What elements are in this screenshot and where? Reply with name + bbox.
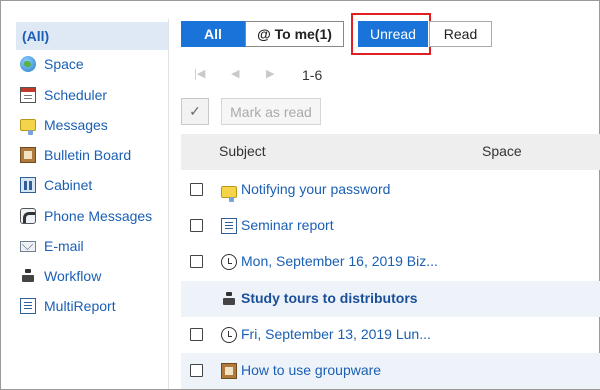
filter-unread-button[interactable]: Unread (358, 21, 428, 47)
row-subject-link[interactable]: Notifying your password (241, 181, 390, 197)
message-icon (221, 186, 237, 202)
page-range: 1-6 (302, 67, 323, 83)
phone-icon (20, 208, 36, 224)
sidebar-item-label: E-mail (44, 238, 84, 254)
sidebar-item-label: MultiReport (44, 298, 116, 314)
sidebar-item-multireport[interactable]: MultiReport (16, 292, 168, 320)
filter-to-me-button[interactable]: @ To me(1) (245, 21, 344, 47)
row-subject-link[interactable]: Study tours to distributors (241, 290, 418, 306)
report-icon (20, 298, 36, 314)
table-row: How to use groupware (181, 353, 600, 389)
previous-page-icon[interactable]: ◀ (231, 68, 243, 80)
row-checkbox[interactable] (190, 255, 203, 268)
sidebar-item-label: Space (44, 56, 84, 72)
first-page-icon[interactable]: |◀ (194, 68, 206, 80)
sidebar-item-label: Scheduler (44, 87, 108, 103)
sidebar-item-all[interactable]: (All) (16, 22, 168, 50)
mark-as-read-button[interactable]: Mark as read (221, 98, 321, 125)
table-row: Fri, September 13, 2019 Lun... (181, 317, 600, 353)
mail-icon (20, 240, 36, 252)
sidebar-item-label: Workflow (44, 268, 102, 284)
message-icon (20, 119, 36, 135)
select-all-button[interactable]: ✓ (181, 98, 209, 125)
table-row: Seminar report (181, 208, 600, 244)
bulletin-board-icon (221, 363, 237, 379)
column-header-space[interactable]: Space (482, 143, 522, 159)
sidebar-item-label: (All) (22, 28, 50, 44)
row-checkbox[interactable] (190, 183, 203, 196)
sidebar-item-label: Messages (44, 117, 108, 133)
sidebar-item-scheduler[interactable]: Scheduler (16, 81, 168, 109)
sidebar-item-label: Phone Messages (44, 208, 153, 224)
cabinet-icon (20, 177, 36, 193)
sidebar-item-messages[interactable]: Messages (16, 111, 168, 139)
bulletin-board-icon (20, 147, 36, 163)
sidebar-item-space[interactable]: Space (16, 50, 168, 78)
row-subject-link[interactable]: How to use groupware (241, 362, 381, 378)
row-subject-link[interactable]: Seminar report (241, 217, 334, 233)
row-checkbox[interactable] (190, 219, 203, 232)
row-subject-link[interactable]: Fri, September 13, 2019 Lun... (241, 326, 431, 342)
table-header: Subject Space (181, 134, 600, 170)
sidebar-item-bulletin-board[interactable]: Bulletin Board (16, 141, 168, 169)
column-header-subject[interactable]: Subject (219, 143, 266, 159)
sidebar-item-cabinet[interactable]: Cabinet (16, 171, 168, 199)
table-row: Mon, September 16, 2019 Biz... (181, 244, 600, 280)
workflow-icon (221, 291, 237, 307)
filter-all-button[interactable]: All (181, 21, 245, 47)
sidebar-item-label: Bulletin Board (44, 147, 132, 163)
report-icon (221, 218, 237, 234)
table-row: Notifying your password (181, 172, 600, 208)
table-row: Study tours to distributors (181, 281, 600, 317)
row-checkbox[interactable] (190, 364, 203, 377)
sidebar-item-label: Cabinet (44, 177, 93, 193)
sidebar-item-workflow[interactable]: Workflow (16, 262, 168, 290)
filter-read-button[interactable]: Read (429, 21, 492, 47)
next-page-icon[interactable]: ▶ (266, 68, 278, 80)
row-subject-link[interactable]: Mon, September 16, 2019 Biz... (241, 253, 438, 269)
clock-icon (221, 327, 237, 343)
calendar-icon (20, 87, 36, 103)
row-checkbox[interactable] (190, 328, 203, 341)
sidebar-item-phone-messages[interactable]: Phone Messages (16, 202, 168, 230)
clock-icon (221, 254, 237, 270)
sidebar-item-email[interactable]: E-mail (16, 232, 168, 260)
workflow-icon (20, 268, 36, 284)
sidebar: (All) Space Scheduler Messages Bulletin … (14, 19, 169, 389)
globe-icon (20, 56, 36, 72)
